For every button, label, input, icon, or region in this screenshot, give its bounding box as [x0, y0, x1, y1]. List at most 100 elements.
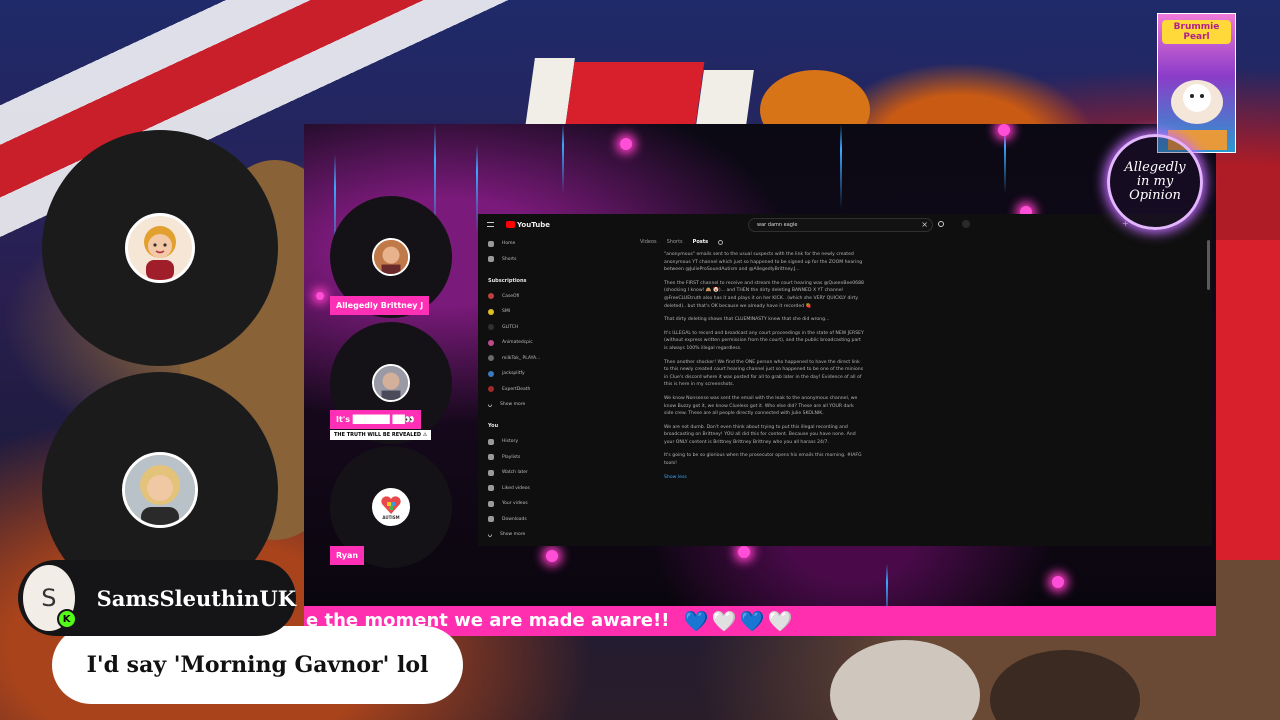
emblem-text: Allegedly in my Opinion — [1124, 160, 1186, 203]
screen-share: Allegedly Brittney J It's ██████ ██👀 THE… — [304, 124, 1216, 636]
channel-tabs: Videos Shorts Posts — [640, 239, 724, 245]
search-input[interactable]: war damn eagle × — [748, 218, 933, 232]
mic-icon[interactable] — [962, 220, 970, 228]
guest-avatar-caption: AUTISM — [382, 514, 400, 520]
sidebar-subscription[interactable]: CaseOfi — [478, 289, 564, 305]
post-paragraph: "anonymous" emails sent to the usual sus… — [664, 252, 863, 273]
glow-spark — [998, 124, 1010, 136]
history-icon — [488, 438, 494, 445]
video-icon — [488, 500, 494, 507]
sidebar-subscription[interactable]: milkTok_ PLAYA... — [478, 351, 564, 367]
mascot-paw — [830, 640, 980, 720]
post-paragraph: That dirty deleting shows that CLUEMINAS… — [664, 317, 830, 323]
sidebar-item-label: Show more — [500, 402, 526, 408]
sidebar-item-label: Show more — [500, 532, 526, 538]
sidebar-subscription[interactable]: GLITCH — [478, 320, 564, 336]
sidebar-subscription[interactable]: ExpertDeath — [478, 382, 564, 398]
sidebar-item-label: jacksplitfy — [502, 371, 525, 377]
sidebar-item-label: GLITCH — [502, 324, 519, 330]
home-icon — [488, 240, 494, 247]
sidebar-item-label: Shorts — [502, 256, 517, 262]
post-paragraph: It's ILLEGAL to record and broadcast any… — [664, 330, 864, 351]
host-avatar — [125, 213, 195, 283]
glow-spark — [620, 138, 632, 150]
sidebar-item-label: Liked videos — [502, 485, 530, 491]
ticker-hearts: 💙 🤍 💙 🤍 — [684, 606, 793, 636]
sidebar-item-label: Downloads — [502, 516, 527, 522]
channel-avatar-icon — [488, 339, 494, 346]
guest-avatar — [372, 364, 410, 402]
youtube-topbar: YouTube war damn eagle × + — [478, 214, 1212, 236]
white-heart-icon: 🤍 — [711, 609, 737, 633]
download-icon — [488, 516, 494, 523]
show-less-link[interactable]: Show less — [664, 474, 864, 482]
tab-videos[interactable]: Videos — [640, 239, 657, 245]
chat-message-bubble: I'd say 'Morning Gavnor' lol — [52, 626, 463, 704]
sidebar-item-watch-later[interactable]: Watch later — [478, 465, 564, 481]
community-post: "anonymous" emails sent to the usual sus… — [664, 251, 864, 487]
sidebar-item-label: SMI — [502, 309, 511, 315]
youtube-sidebar: Home Shorts Subscriptions CaseOfi SMI GL… — [478, 236, 564, 546]
sidebar-item-label: Watch later — [502, 470, 528, 476]
sidebar-subscription[interactable]: Animatedcpic — [478, 335, 564, 351]
woman-photo-icon — [125, 455, 195, 525]
sidebar-item-playlists[interactable]: Playlists — [478, 450, 564, 466]
youtube-brand: YouTube — [517, 221, 550, 229]
guest-avatar: AUTISM — [372, 488, 410, 526]
sidebar-show-more[interactable]: Show more — [478, 397, 564, 413]
search-icon[interactable] — [938, 221, 944, 227]
sidebar-item-your-videos[interactable]: Your videos — [478, 496, 564, 512]
sidebar-subscriptions-heading[interactable]: Subscriptions — [478, 273, 564, 289]
sidebar-show-more[interactable]: Show more — [478, 527, 564, 543]
sidebar-item-label: ExpertDeath — [502, 386, 531, 392]
mascot-paw — [990, 650, 1140, 720]
tab-posts[interactable]: Posts — [693, 239, 708, 245]
blue-heart-icon: 💙 — [739, 609, 765, 633]
chevron-down-icon — [487, 531, 493, 538]
host-camera-circle — [42, 130, 278, 366]
channel-search-icon[interactable] — [718, 240, 724, 245]
sidebar-you-heading[interactable]: You — [478, 419, 564, 435]
allegedly-in-my-opinion-logo: Allegedly in my Opinion — [1107, 134, 1203, 230]
guest-name-tag: Allegedly Brittney J — [330, 296, 430, 315]
tab-shorts[interactable]: Shorts — [667, 239, 683, 245]
chat-message-text: I'd say 'Morning Gavnor' lol — [86, 652, 429, 678]
sidebar-item-shorts[interactable]: Shorts — [478, 252, 564, 268]
chat-username: SamsSleuthinUK — [96, 585, 296, 611]
guest-avatar — [372, 238, 410, 276]
glow-spark — [546, 550, 558, 562]
sidebar-subscription[interactable]: SMI — [478, 304, 564, 320]
woman-photo-icon — [374, 366, 408, 400]
channel-avatar-icon — [488, 370, 494, 377]
clear-search-icon[interactable]: × — [921, 220, 928, 229]
chevron-down-icon — [487, 401, 493, 408]
sidebar-item-downloads[interactable]: Downloads — [478, 512, 564, 528]
thumbs-up-icon — [488, 485, 494, 492]
youtube-logo-icon[interactable] — [506, 221, 515, 228]
scrollbar[interactable] — [1207, 240, 1210, 290]
cartoon-woman-icon — [144, 226, 176, 280]
flag-stripe-red — [1216, 240, 1280, 560]
kick-badge-icon: K — [56, 609, 77, 629]
sidebar-item-label: Playlists — [502, 454, 521, 460]
shorts-icon — [488, 256, 494, 263]
search-query: war damn eagle — [757, 222, 798, 228]
avatar-letter: S — [41, 584, 57, 612]
sidebar-item-label: milkTok_ PLAYA... — [502, 355, 541, 361]
brummie-pearl-poster: Brummie Pearl — [1157, 13, 1236, 153]
post-paragraph: Then another shocker! We find the ONE pe… — [664, 359, 864, 388]
chat-avatar: S K — [23, 565, 77, 631]
poster-title: Brummie Pearl — [1162, 20, 1231, 44]
channel-avatar-icon — [488, 355, 494, 362]
menu-icon[interactable] — [487, 222, 494, 227]
light-streak — [562, 124, 564, 194]
channel-avatar-icon — [488, 324, 494, 331]
playlists-icon — [488, 454, 494, 461]
sidebar-item-liked-videos[interactable]: Liked videos — [478, 481, 564, 497]
flag-stripe-white — [696, 70, 754, 125]
channel-avatar-icon — [488, 308, 494, 315]
sidebar-item-history[interactable]: History — [478, 434, 564, 450]
sidebar-subscription[interactable]: jacksplitfy — [478, 366, 564, 382]
sidebar-item-home[interactable]: Home — [478, 236, 564, 252]
glow-spark — [1052, 576, 1064, 588]
